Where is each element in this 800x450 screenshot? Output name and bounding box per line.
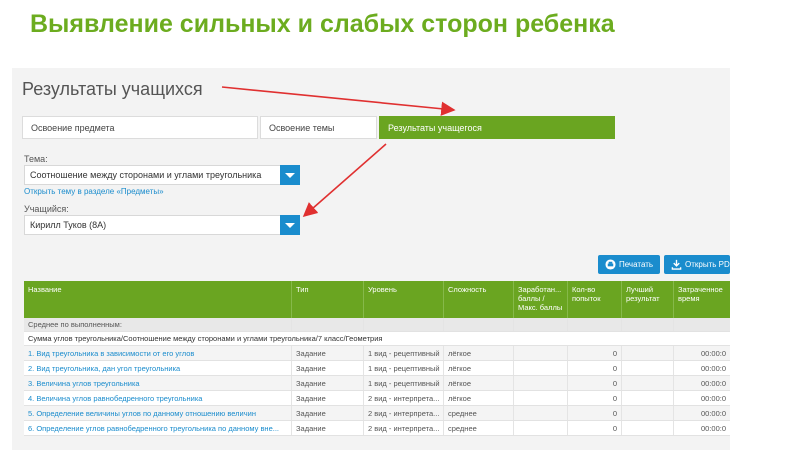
task-score [514,376,568,390]
group-row: Сумма углов треугольника/Соотношение меж… [24,332,730,346]
average-row: Среднее по выполненным: [24,318,730,332]
task-best-result [622,391,674,405]
task-time: 00:00:0 [700,424,726,433]
task-link[interactable]: 1. Вид треугольника в зависимости от его… [24,346,292,360]
average-row-label: Среднее по выполненным: [24,318,292,331]
table-row: 3. Величина углов треугольника Задание 1… [24,376,730,391]
tab-subject-mastery[interactable]: Освоение предмета [22,116,258,139]
task-best-result [622,376,674,390]
task-level: 1 вид - рецептивный [364,361,444,375]
task-attempts: 0 [568,361,622,375]
task-score [514,406,568,420]
topic-select-value: Соотношение между сторонами и углами тре… [30,170,262,180]
task-time: 00:00:0 [700,394,726,403]
task-best-result [622,406,674,420]
task-time: 00:00:0 [700,364,726,373]
task-level: 1 вид - рецептивный [364,346,444,360]
tab-topic-mastery[interactable]: Освоение темы [260,116,377,139]
student-select-value: Кирилл Туков (8А) [30,220,107,230]
task-type: Задание [292,421,364,435]
task-link[interactable]: 4. Величина углов равнобедренного треуго… [24,391,292,405]
task-level: 2 вид - интерпрета... [364,421,444,435]
task-type: Задание [292,346,364,360]
task-score [514,346,568,360]
open-pdf-button[interactable]: Открыть PDF [664,255,730,274]
task-best-result [622,346,674,360]
print-button-label: Печатать [619,260,654,269]
column-header-attempts[interactable]: Кол-во попыток [568,281,622,318]
task-difficulty: лёгкое [444,376,514,390]
task-time: 00:00:0 [700,409,726,418]
task-difficulty: лёгкое [444,391,514,405]
student-dropdown-button[interactable] [280,215,300,235]
task-attempts: 0 [568,376,622,390]
table-row: 1. Вид треугольника в зависимости от его… [24,346,730,361]
task-link[interactable]: 3. Величина углов треугольника [24,376,292,390]
group-row-label: Сумма углов треугольника/Соотношение меж… [28,334,383,343]
triangle-down-icon [285,223,295,228]
download-icon [671,259,682,270]
task-type: Задание [292,391,364,405]
column-header-best-result[interactable]: Лучший результат [622,281,674,318]
student-select[interactable]: Кирилл Туков (8А) [24,215,300,235]
task-attempts: 0 [568,346,622,360]
table-row: 2. Вид треугольника, дан угол треугольни… [24,361,730,376]
triangle-down-icon [285,173,295,178]
table-header-row: Название Тип Уровень Сложность Заработан… [24,281,730,318]
task-time: 00:00:0 [700,349,726,358]
topic-dropdown-button[interactable] [280,165,300,185]
column-header-level[interactable]: Уровень [364,281,444,318]
task-score [514,361,568,375]
task-attempts: 0 [568,391,622,405]
task-difficulty: лёгкое [444,361,514,375]
task-difficulty: лёгкое [444,346,514,360]
table-row: 4. Величина углов равнобедренного треуго… [24,391,730,406]
tab-student-results[interactable]: Результаты учащегося [379,116,615,139]
task-type: Задание [292,361,364,375]
printer-icon [605,259,616,270]
column-header-difficulty[interactable]: Сложность [444,281,514,318]
open-pdf-button-label: Открыть PDF [685,260,730,269]
results-panel: Результаты учащихся Освоение предмета Ос… [12,68,730,450]
task-difficulty: среднее [444,406,514,420]
topic-label: Тема: [24,154,48,164]
task-link[interactable]: 2. Вид треугольника, дан угол треугольни… [24,361,292,375]
task-time: 00:00:0 [700,379,726,388]
task-attempts: 0 [568,406,622,420]
results-table: Название Тип Уровень Сложность Заработан… [24,281,730,436]
task-best-result [622,361,674,375]
column-header-name[interactable]: Название [24,281,292,318]
table-row: 5. Определение величины углов по данному… [24,406,730,421]
task-level: 2 вид - интерпрета... [364,391,444,405]
slide-title: Выявление сильных и слабых сторон ребенк… [30,10,615,38]
table-row: 6. Определение углов равнобедренного тре… [24,421,730,436]
task-level: 2 вид - интерпрета... [364,406,444,420]
column-header-time[interactable]: Затраченное время [674,281,730,318]
task-best-result [622,421,674,435]
column-header-score[interactable]: Заработан... баллы / Макс. баллы [514,281,568,318]
task-link[interactable]: 6. Определение углов равнобедренного тре… [24,421,292,435]
student-label: Учащийся: [24,204,69,214]
task-type: Задание [292,406,364,420]
task-score [514,391,568,405]
page-title: Результаты учащихся [22,79,203,99]
task-type: Задание [292,376,364,390]
task-score [514,421,568,435]
task-link[interactable]: 5. Определение величины углов по данному… [24,406,292,420]
task-level: 1 вид - рецептивный [364,376,444,390]
print-button[interactable]: Печатать [598,255,660,274]
topic-select[interactable]: Соотношение между сторонами и углами тре… [24,165,300,185]
task-difficulty: среднее [444,421,514,435]
column-header-type[interactable]: Тип [292,281,364,318]
open-topic-link[interactable]: Открыть тему в разделе «Предметы» [24,187,164,196]
task-attempts: 0 [568,421,622,435]
